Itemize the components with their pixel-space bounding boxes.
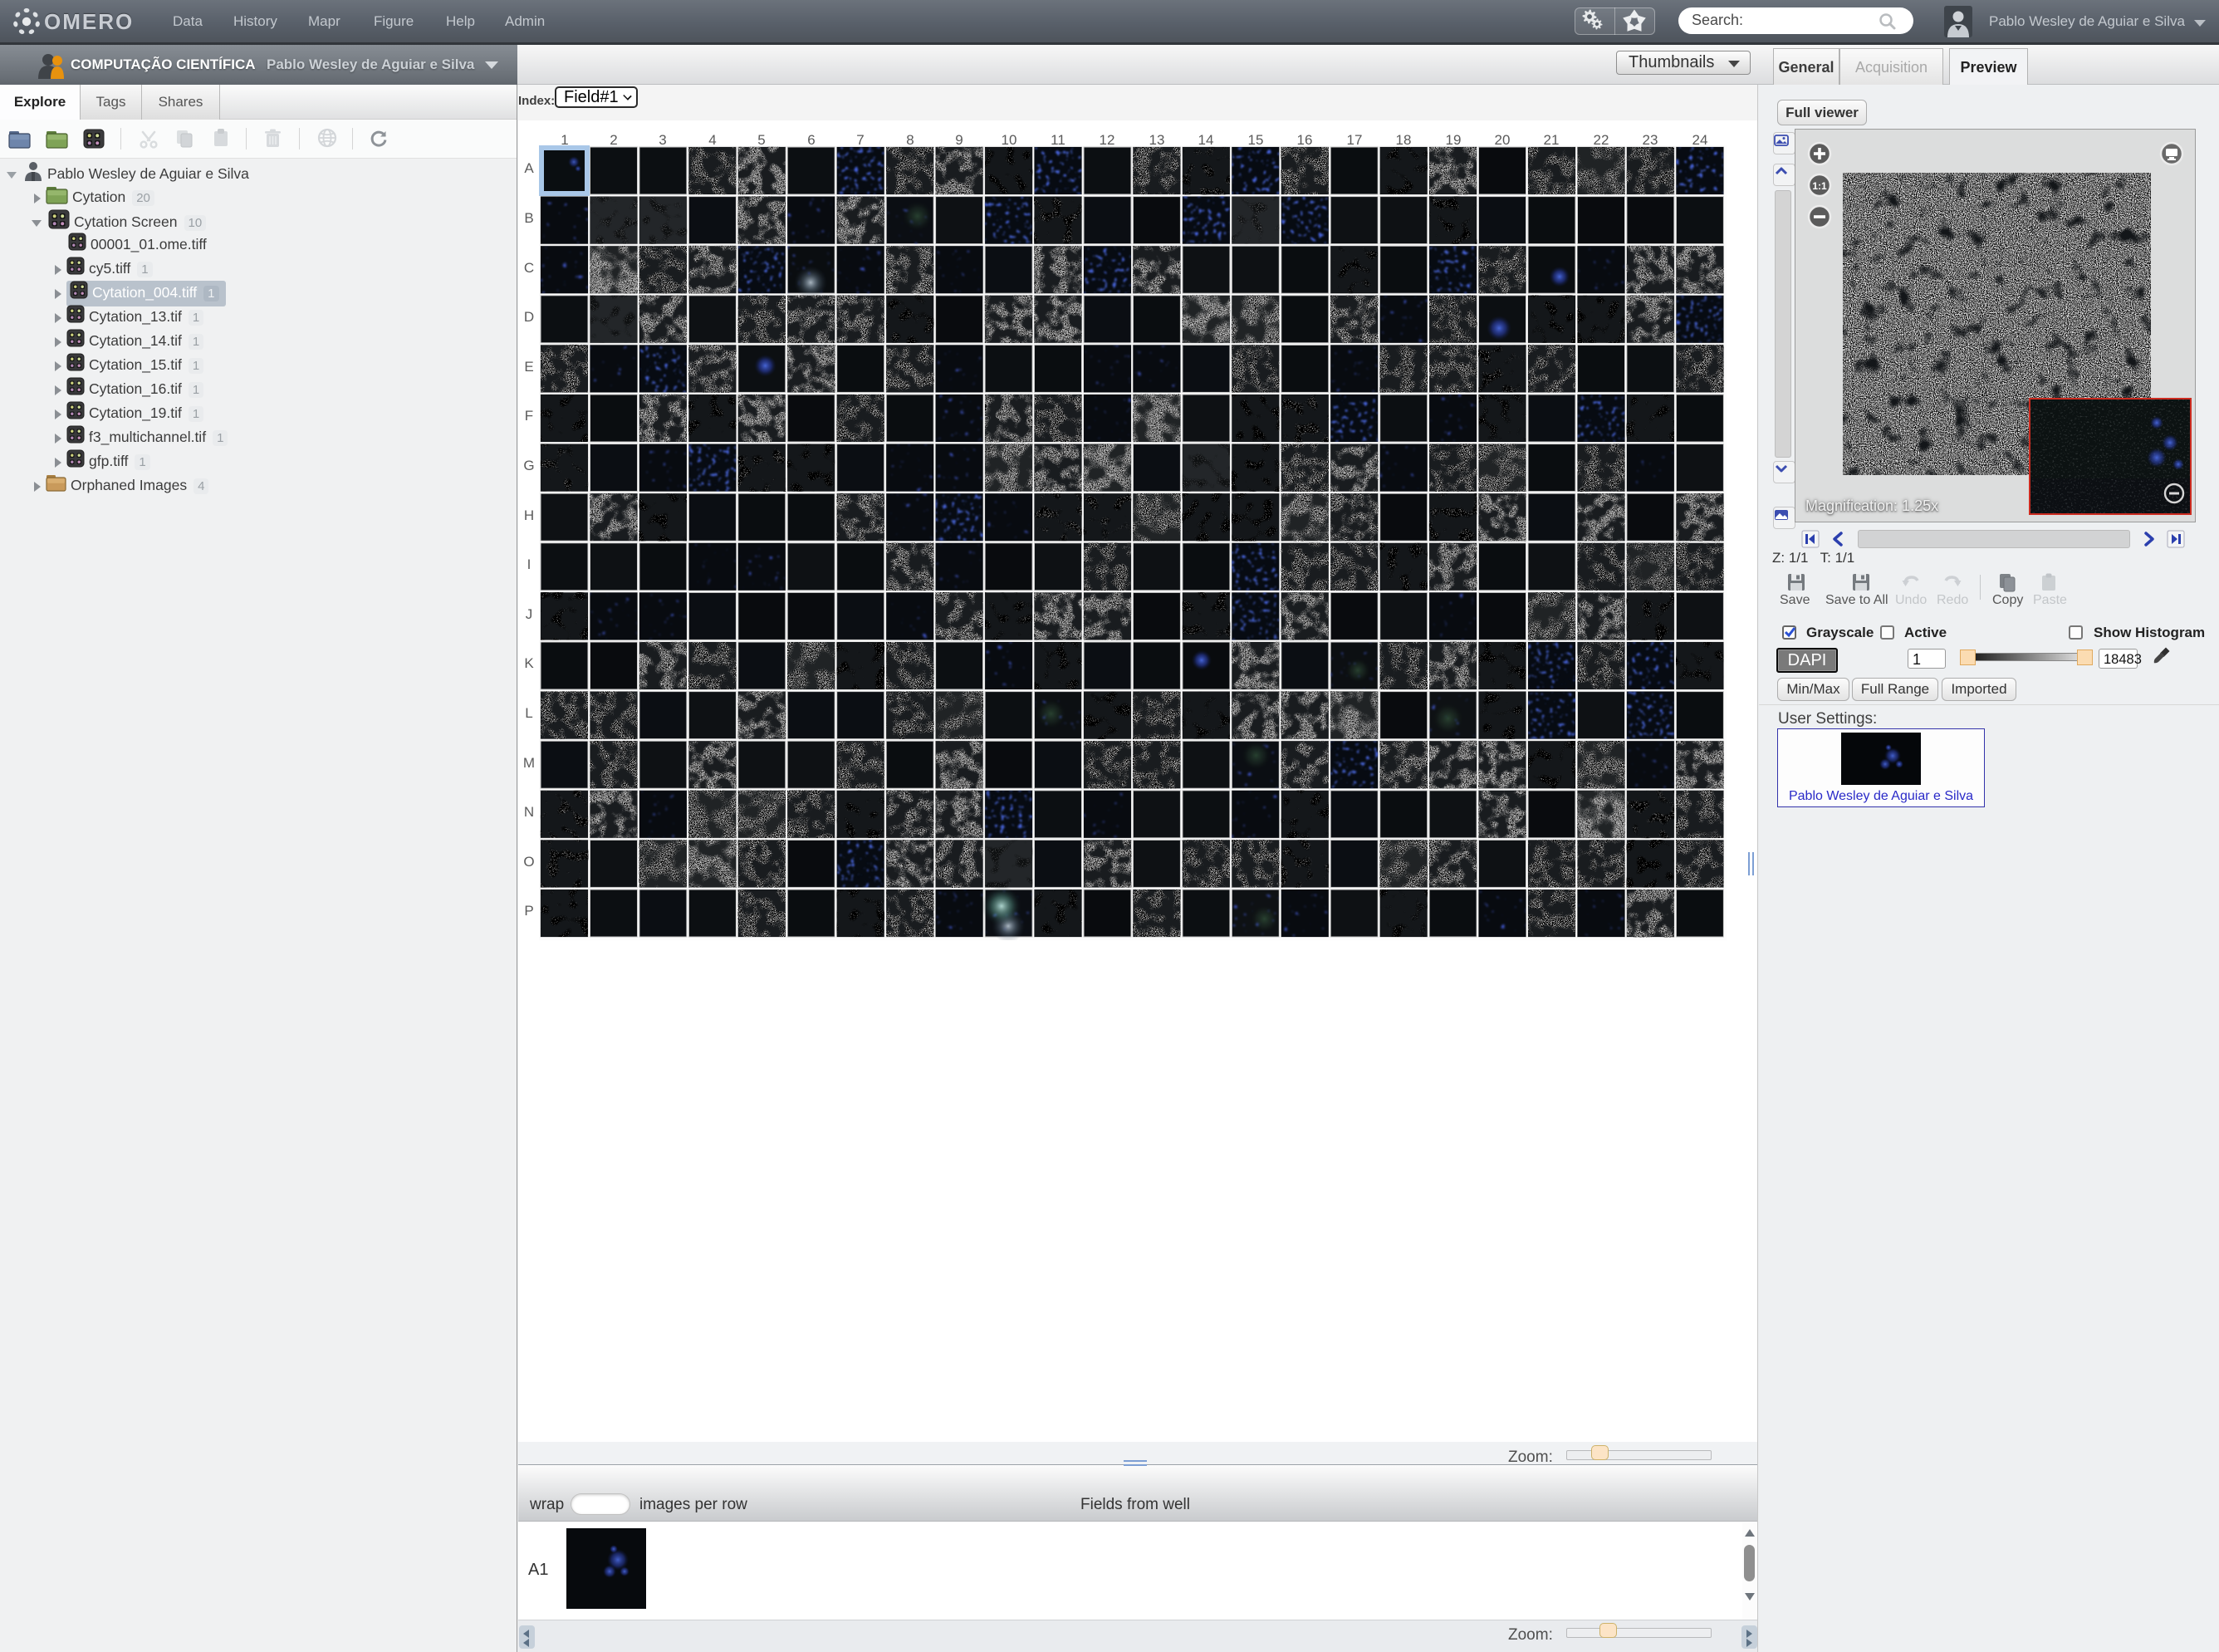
svg-text:1:1: 1:1 [1812,180,1827,192]
